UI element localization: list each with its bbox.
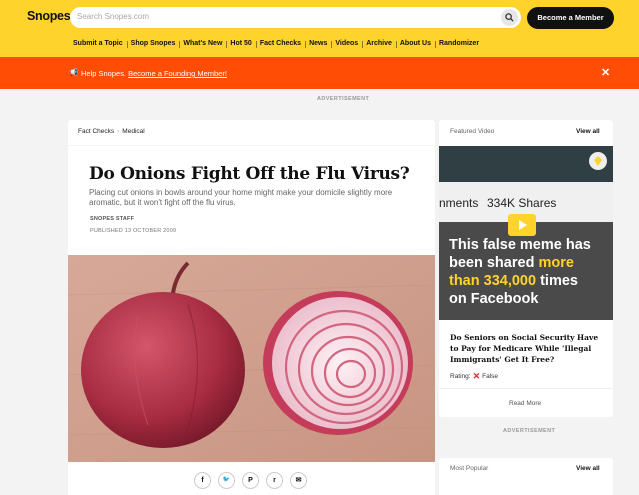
search-bar[interactable]: Search Snopes.com bbox=[70, 7, 521, 28]
video-thumbnail-top bbox=[439, 146, 613, 182]
meme-line-1: This false meme has bbox=[449, 237, 591, 253]
snopes-logo[interactable]: Snopes bbox=[27, 9, 71, 23]
play-icon bbox=[519, 220, 527, 230]
search-input[interactable]: Search Snopes.com bbox=[77, 12, 149, 21]
article-byline[interactable]: SNOPES STAFF bbox=[90, 216, 134, 222]
nav-submit-topic[interactable]: Submit a Topic bbox=[73, 40, 131, 52]
nav-randomizer[interactable]: Randomizer bbox=[439, 40, 487, 52]
rating-label: Rating: bbox=[450, 373, 471, 380]
breadcrumb: Fact Checks › Medical bbox=[78, 128, 145, 135]
play-button[interactable] bbox=[508, 214, 536, 236]
video-meme-text: This false meme has been shared more tha… bbox=[449, 236, 591, 308]
nav-videos[interactable]: Videos bbox=[335, 40, 366, 52]
meme-line-3: than 334,000 times bbox=[449, 272, 591, 290]
sidebar-divider bbox=[439, 388, 613, 389]
video-shares-text: 334K Shares bbox=[487, 196, 557, 210]
megaphone-icon: 📢 bbox=[68, 68, 78, 77]
search-button[interactable] bbox=[501, 9, 518, 26]
page-title: Do Onions Fight Off the Flu Virus? bbox=[89, 164, 410, 184]
most-popular-view-all[interactable]: View all bbox=[576, 465, 600, 472]
meme-line-3a: than 334,000 bbox=[449, 273, 537, 289]
main-nav: Submit a Topic Shop Snopes What's New Ho… bbox=[73, 40, 487, 52]
nav-whats-new[interactable]: What's New bbox=[183, 40, 230, 52]
nav-fact-checks[interactable]: Fact Checks bbox=[260, 40, 309, 52]
search-icon bbox=[505, 13, 514, 22]
nav-about-us[interactable]: About Us bbox=[400, 40, 439, 52]
banner-message: Help Snopes. Become a Founding Member! bbox=[81, 69, 227, 78]
most-popular-heading: Most Popular bbox=[450, 465, 489, 472]
featured-video-player[interactable]: nments 334K Shares This false meme has b… bbox=[439, 146, 613, 320]
rating-value: False bbox=[482, 373, 499, 380]
banner-prefix: Help Snopes. bbox=[81, 69, 127, 78]
twitter-icon[interactable]: 🐦 bbox=[218, 472, 235, 489]
featured-video-view-all[interactable]: View all bbox=[576, 128, 600, 135]
publish-date: PUBLISHED 13 OCTOBER 2009 bbox=[90, 228, 177, 234]
become-member-button[interactable]: Become a Member bbox=[527, 7, 614, 29]
nav-archive[interactable]: Archive bbox=[366, 40, 400, 52]
reddit-icon[interactable]: r bbox=[266, 472, 283, 489]
false-x-icon: ✕ bbox=[472, 371, 481, 381]
facebook-icon[interactable]: f bbox=[194, 472, 211, 489]
share-buttons: f 🐦 P r ✉ bbox=[194, 472, 307, 489]
nav-hot-50[interactable]: Hot 50 bbox=[230, 40, 259, 52]
site-header: Snopes Search Snopes.com Become a Member… bbox=[0, 0, 639, 57]
advertisement-label: ADVERTISEMENT bbox=[317, 96, 370, 102]
nav-shop-snopes[interactable]: Shop Snopes bbox=[131, 40, 184, 52]
article-subtitle: Placing cut onions in bowls around your … bbox=[89, 188, 393, 207]
video-meme-panel: This false meme has been shared more tha… bbox=[439, 222, 613, 320]
meme-line-2a: been shared bbox=[449, 255, 539, 271]
meme-line-3b: times bbox=[536, 273, 578, 289]
sidebar-article-title[interactable]: Do Seniors on Social Security Have to Pa… bbox=[450, 332, 602, 365]
rating: Rating: ✕ False bbox=[450, 371, 498, 382]
most-popular-card bbox=[439, 458, 613, 495]
meme-line-2b: more bbox=[538, 255, 574, 271]
membership-banner: 📢 Help Snopes. Become a Founding Member!… bbox=[0, 57, 639, 89]
meme-line-4: on Facebook bbox=[449, 291, 539, 307]
featured-video-heading: Featured Video bbox=[450, 128, 495, 135]
email-icon[interactable]: ✉ bbox=[290, 472, 307, 489]
nav-news[interactable]: News bbox=[309, 40, 335, 52]
breadcrumb-medical[interactable]: Medical bbox=[122, 128, 144, 135]
pinterest-icon[interactable]: P bbox=[242, 472, 259, 489]
snopes-badge-icon bbox=[589, 152, 607, 170]
founding-member-link[interactable]: Become a Founding Member! bbox=[128, 69, 227, 78]
meme-line-2: been shared more bbox=[449, 254, 591, 272]
close-icon[interactable]: ✕ bbox=[601, 66, 610, 79]
onion-hero-image bbox=[68, 255, 435, 462]
breadcrumb-fact-checks[interactable]: Fact Checks bbox=[78, 128, 114, 135]
video-comments-text: nments bbox=[439, 196, 479, 210]
read-more-link[interactable]: Read More bbox=[509, 400, 541, 407]
sidebar-advertisement-label: ADVERTISEMENT bbox=[503, 428, 556, 434]
